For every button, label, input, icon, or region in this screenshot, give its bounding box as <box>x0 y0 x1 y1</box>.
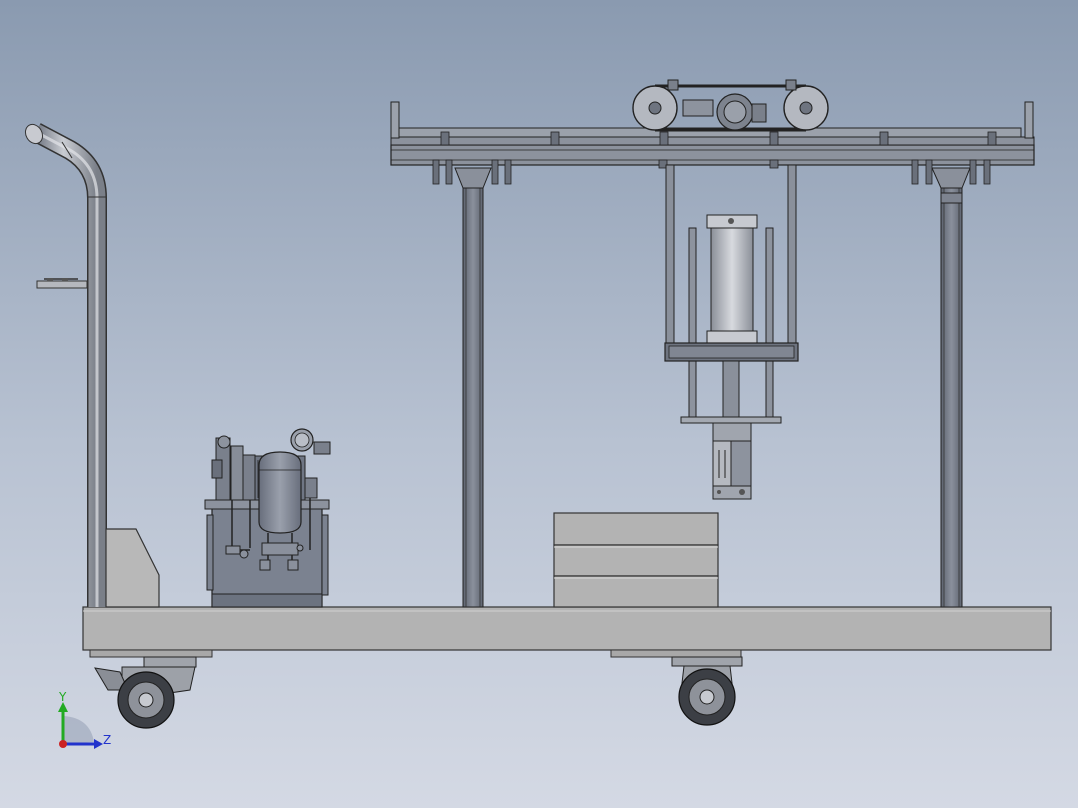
hydraulic-cylinder[interactable] <box>664 164 799 424</box>
assembly-drawing: Y Z <box>22 79 1052 749</box>
fixed-caster[interactable] <box>671 656 743 726</box>
z-axis-label: Z <box>103 733 111 747</box>
gripper-head[interactable] <box>712 422 752 500</box>
y-axis-label: Y <box>58 690 67 704</box>
stacked-blocks[interactable] <box>553 512 719 608</box>
belt-drive[interactable] <box>632 79 829 132</box>
push-handle[interactable] <box>22 121 107 607</box>
swivel-caster-with-brake[interactable] <box>94 656 197 729</box>
handle-base-plate <box>105 528 160 608</box>
x-axis-dot <box>59 740 67 748</box>
handle-bracket[interactable] <box>36 278 88 289</box>
cad-viewport[interactable]: Y Z <box>0 0 1078 808</box>
coordinate-triad: Y Z <box>58 690 111 749</box>
hydraulic-power-unit[interactable] <box>204 428 331 608</box>
cart-deck[interactable] <box>82 606 1052 658</box>
